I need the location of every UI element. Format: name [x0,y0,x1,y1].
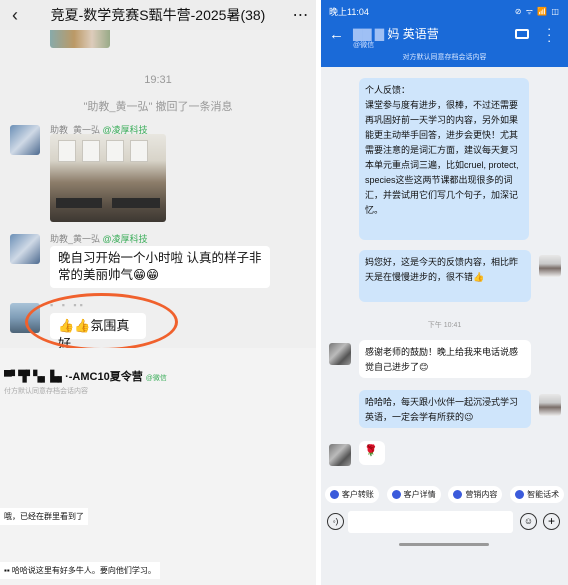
plus-icon[interactable]: + [543,513,560,530]
message-timestamp: 19:31 [144,74,172,86]
reply-message: 妈您好，这是今天的反馈内容，相比昨天是在慢慢进步的，很不错👍 [359,250,531,302]
reply-message: 哈哈哈，每天跟小伙伴一起沉浸式学习英语，一定会学有所获的😉 [359,390,531,428]
chat-header: ‹ 竞夏-数学竞赛S甄牛营-2025暑(38) ⋯ [0,0,316,30]
more-icon[interactable]: ⋯ [286,5,316,25]
emoji-icon[interactable]: ☺ [520,513,537,530]
quick-tools-bar: 客户转账 客户详情 营销内容 智能话术 [321,484,568,504]
tool-marketing-content[interactable]: 营销内容 [448,485,503,503]
highlight-circle-annotation [25,293,178,351]
sender-name: 助教_黄一弘 @凌厚科技 [50,234,148,244]
back-icon[interactable]: ‹ [0,5,30,26]
message-input[interactable] [348,511,513,533]
feedback-message: 个人反馈： 课堂参与度有进步，很棒，不过还需要再巩固好前一天学习的内容，另外如果… [359,78,529,240]
second-group-chat: ▀▘▜▘▚▖ ▙▖·-AMC10夏令营 @微信 付方默认同意存档会话内容 哦，已… [0,348,316,585]
input-bar: ◦) ☺ + [321,508,568,536]
left-group-chat-panel: ‹ 竞夏-数学竞赛S甄牛营-2025暑(38) ⋯ 19:31 "助教_黄一弘"… [0,0,316,585]
chat-message: 哦，已经在群里看到了 [0,508,88,525]
status-time: 晚上11:04 [329,6,369,17]
status-bar: 晚上11:04 ⊘ ᯤ 📶 ◫ [321,0,568,22]
assistant-avatar[interactable] [10,125,40,155]
chat-title: 竞夏-数学竞赛S甄牛营-2025暑(38) [50,7,266,23]
video-call-icon[interactable] [515,29,529,39]
rose-sticker-message: 🌹 [359,441,385,465]
group-title: ▀▘▜▘▚▖ ▙▖·-AMC10夏令营 @微信 [4,371,167,383]
tool-customer-transfer[interactable]: 客户转账 [324,485,379,503]
chat-message: 晚自习开始一个小时啦 认真的样子非常的美丽帅气😁😁 [50,246,270,288]
voice-input-icon[interactable]: ◦) [327,513,344,530]
back-arrow-icon[interactable]: ← [329,26,344,43]
status-icons: ⊘ ᯤ 📶 ◫ [514,6,560,16]
marketing-icon [453,489,463,499]
right-wecom-chat-panel: 晚上11:04 ⊘ ᯤ 📶 ◫ ← ▇▇ ▇ 妈 英语营 @微信 · · · 对方默… [321,0,568,585]
tool-customer-details[interactable]: 客户详情 [386,485,441,503]
more-vertical-icon[interactable]: · · · [547,22,551,47]
archive-notice: 对方默认同意存档会话内容 [321,50,568,67]
transfer-icon [329,489,339,499]
message-timestamp: 下午 10:41 [427,322,462,329]
classroom-photo[interactable] [50,134,166,222]
assistant-avatar[interactable] [10,234,40,264]
details-icon [391,489,401,499]
customer-avatar[interactable] [329,343,351,365]
smart-script-icon [515,489,525,499]
teacher-avatar[interactable] [539,255,561,277]
customer-avatar[interactable] [329,444,351,466]
chat-header: ← ▇▇ ▇ 妈 英语营 @微信 · · · [321,22,568,50]
teacher-avatar[interactable] [539,394,561,416]
contact-source: @微信 [353,42,375,49]
tool-smart-scripts[interactable]: 智能话术 [510,485,565,503]
customer-message: 感谢老师的鼓励！晚上给我来电话说感觉自己进步了😊 [359,340,531,378]
cropped-image-message[interactable] [50,30,110,48]
chat-message: ▪▪ 哈哈说这里有好多牛人。要向他们学习。 [0,562,160,579]
group-archive-notice: 付方默认同意存档会话内容 [4,388,88,395]
home-indicator [399,543,489,546]
recall-notice: "助教_黄一弘" 撤回了一条消息 [83,101,233,113]
